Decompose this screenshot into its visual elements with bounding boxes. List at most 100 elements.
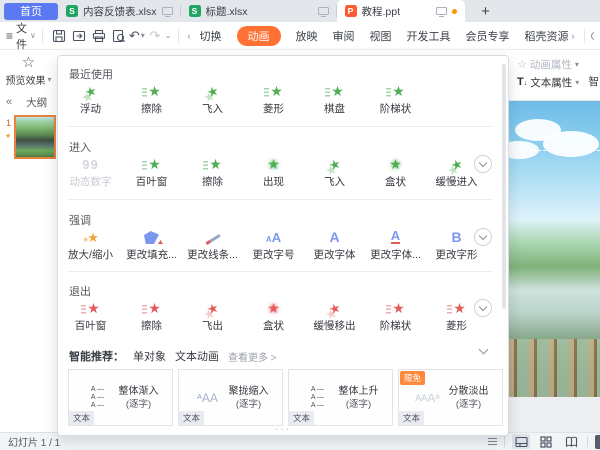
chevron-down-icon: ▾ — [575, 78, 579, 87]
slide-thumbnail[interactable] — [14, 115, 56, 159]
document-tab[interactable]: P 教程.ppt — [337, 0, 465, 22]
normal-view-icon — [515, 436, 528, 448]
animation-effect[interactable]: 更改线条... — [182, 226, 243, 262]
panel-scrollbar[interactable] — [502, 64, 506, 309]
chevron-down-icon: ▾ — [575, 60, 579, 69]
animation-effect[interactable]: 菱形 — [243, 80, 304, 116]
smart-tab-single-object[interactable]: 单对象 — [133, 348, 166, 364]
ribbon-tab[interactable]: 动画 — [237, 26, 281, 46]
animation-properties-label: 动画属性 — [530, 57, 572, 72]
toolbar-more-dropdown-icon[interactable]: ⌄ — [165, 31, 172, 40]
section-divider — [68, 126, 492, 127]
animation-effect[interactable]: 棋盘 — [304, 80, 365, 116]
animation-effect[interactable]: 盒状 — [243, 297, 304, 333]
animation-effect[interactable]: 动态数字 — [60, 153, 121, 189]
slide-sorter-view-button[interactable] — [537, 434, 555, 449]
animation-effect[interactable]: 缓慢移出 — [304, 297, 365, 333]
animation-effect[interactable]: 更改字体... — [365, 226, 426, 262]
save-button[interactable] — [49, 26, 69, 46]
animation-effect[interactable]: 更改填充... — [121, 226, 182, 262]
ribbon-tab[interactable]: 切换 — [200, 28, 222, 44]
search-icon — [591, 32, 595, 40]
document-tab[interactable]: S 标题.xlsx — [181, 0, 337, 22]
notes-icon[interactable] — [488, 438, 497, 446]
card-animation-icon — [303, 386, 333, 410]
animation-effect[interactable]: 放大/缩小 — [60, 226, 121, 262]
undo-button[interactable]: ↶ ▾ — [129, 29, 145, 42]
animation-effect[interactable]: 阶梯状 — [365, 80, 426, 116]
statusbar-divider — [504, 436, 505, 447]
main-toolbar: ≡ 文件 ∨ ↶ ▾ ↷ ⌄ ‹ 切换 — [0, 22, 600, 50]
animation-effect[interactable]: 浮动 — [60, 80, 121, 116]
animation-effect-icon — [82, 226, 99, 244]
ribbon-scroll-left-icon[interactable]: ‹ — [185, 31, 194, 41]
animation-effect[interactable]: 盒状 — [365, 153, 426, 189]
export-button[interactable] — [69, 26, 89, 46]
recommend-animation-card[interactable]: 聚拢缩入 (逐字) 文本 — [178, 369, 283, 426]
expand-emphasis-section-button[interactable] — [474, 228, 492, 246]
ribbon-right-group: ☆ 动画属性 ▾ T↓ 文本属性 ▾ 智 — [509, 50, 600, 101]
panel-resize-handle[interactable]: ··· — [58, 426, 508, 434]
ribbon-tab[interactable]: 开发工具 — [407, 28, 451, 44]
animation-effect-icon — [389, 153, 402, 171]
animation-effect[interactable]: 擦除 — [121, 297, 182, 333]
smart-tab-text-animation[interactable]: 文本动画 — [175, 348, 219, 364]
ribbon-tab[interactable]: 审阅 — [333, 28, 355, 44]
play-slideshow-button[interactable] — [595, 435, 600, 449]
animation-effect-label: 更改字形 — [436, 247, 478, 262]
animation-effect-label: 阶梯状 — [380, 101, 412, 116]
print-button[interactable] — [89, 26, 109, 46]
ribbon-tab[interactable]: 视图 — [370, 28, 392, 44]
animation-properties-button[interactable]: ☆ 动画属性 ▾ — [517, 55, 600, 73]
redo-button[interactable]: ↷ — [145, 26, 165, 46]
collapse-recommend-button[interactable] — [480, 346, 494, 360]
preview-effect-button[interactable]: ☆ 预览效果 ▾ — [0, 50, 57, 92]
preview-effect-label: 预览效果 — [5, 72, 45, 87]
section-divider — [68, 271, 492, 272]
slide-canvas[interactable] — [509, 101, 600, 397]
present-monitor-icon[interactable] — [318, 7, 329, 15]
present-monitor-icon[interactable] — [436, 7, 447, 15]
ribbon-tab[interactable]: 放映 — [296, 28, 318, 44]
animation-effect[interactable]: 阶梯状 — [365, 297, 426, 333]
text-type-badge: 文本 — [69, 411, 94, 425]
print-preview-button[interactable] — [109, 26, 129, 46]
document-tab[interactable]: S 内容反馈表.xlsx — [58, 0, 181, 22]
animation-effect[interactable]: 更改字号 — [243, 226, 304, 262]
ribbon-tab[interactable]: 会员专享 — [466, 28, 510, 44]
collapse-sidebar-icon[interactable]: « — [6, 96, 12, 108]
file-menu-button[interactable]: ≡ 文件 ∨ — [6, 20, 36, 52]
animation-effect-label: 更改字体... — [370, 247, 421, 262]
animation-effect-label: 飞入 — [324, 174, 345, 189]
text-type-badge: 文本 — [179, 411, 204, 425]
animation-effect[interactable]: 百叶窗 — [121, 153, 182, 189]
ribbon-tab-list: 切换 动画 放映 审阅 视图 开发工具 会员专享 稻壳资源 — [200, 26, 569, 46]
hamburger-icon: ≡ — [6, 29, 13, 43]
ribbon-scroll-right-icon[interactable]: › — [569, 31, 578, 41]
animation-effect[interactable]: 飞入 — [304, 153, 365, 189]
animation-effect[interactable]: 擦除 — [121, 80, 182, 116]
home-tab-button[interactable]: 首页 — [4, 3, 58, 20]
expand-exit-section-button[interactable] — [474, 299, 492, 317]
app-type-icon: S — [66, 5, 78, 17]
recommend-animation-card[interactable]: 整体上升 (逐字) 文本 — [288, 369, 393, 426]
normal-view-button[interactable] — [512, 434, 530, 449]
animation-effect[interactable]: 擦除 — [182, 153, 243, 189]
ribbon-tab[interactable]: 稻壳资源 — [525, 28, 569, 44]
animation-effect[interactable]: 飞入 — [182, 80, 243, 116]
recommend-animation-card[interactable]: 整体渐入 (逐字) 文本 — [68, 369, 173, 426]
animation-effect[interactable]: 百叶窗 — [60, 297, 121, 333]
expand-entrance-section-button[interactable] — [474, 155, 492, 173]
recommend-animation-card[interactable]: 限免 分散淡出 (逐字) 文本 — [398, 369, 503, 426]
reading-view-button[interactable] — [562, 434, 580, 449]
new-tab-button[interactable]: + — [477, 3, 495, 20]
outline-tab[interactable]: 大纲 — [26, 95, 47, 110]
chevron-down-icon: ∨ — [30, 31, 36, 40]
animation-effect[interactable]: 出现 — [243, 153, 304, 189]
search-command-input[interactable]: 查找命令 — [591, 28, 595, 43]
see-more-link[interactable]: 查看更多 > — [228, 349, 277, 364]
animation-effect[interactable]: 更改字体 — [304, 226, 365, 262]
smart-recommend-bar: 智能推荐： 单对象 文本动画 查看更多 > — [69, 348, 277, 364]
present-monitor-icon[interactable] — [162, 7, 173, 15]
animation-effect[interactable]: 飞出 — [182, 297, 243, 333]
